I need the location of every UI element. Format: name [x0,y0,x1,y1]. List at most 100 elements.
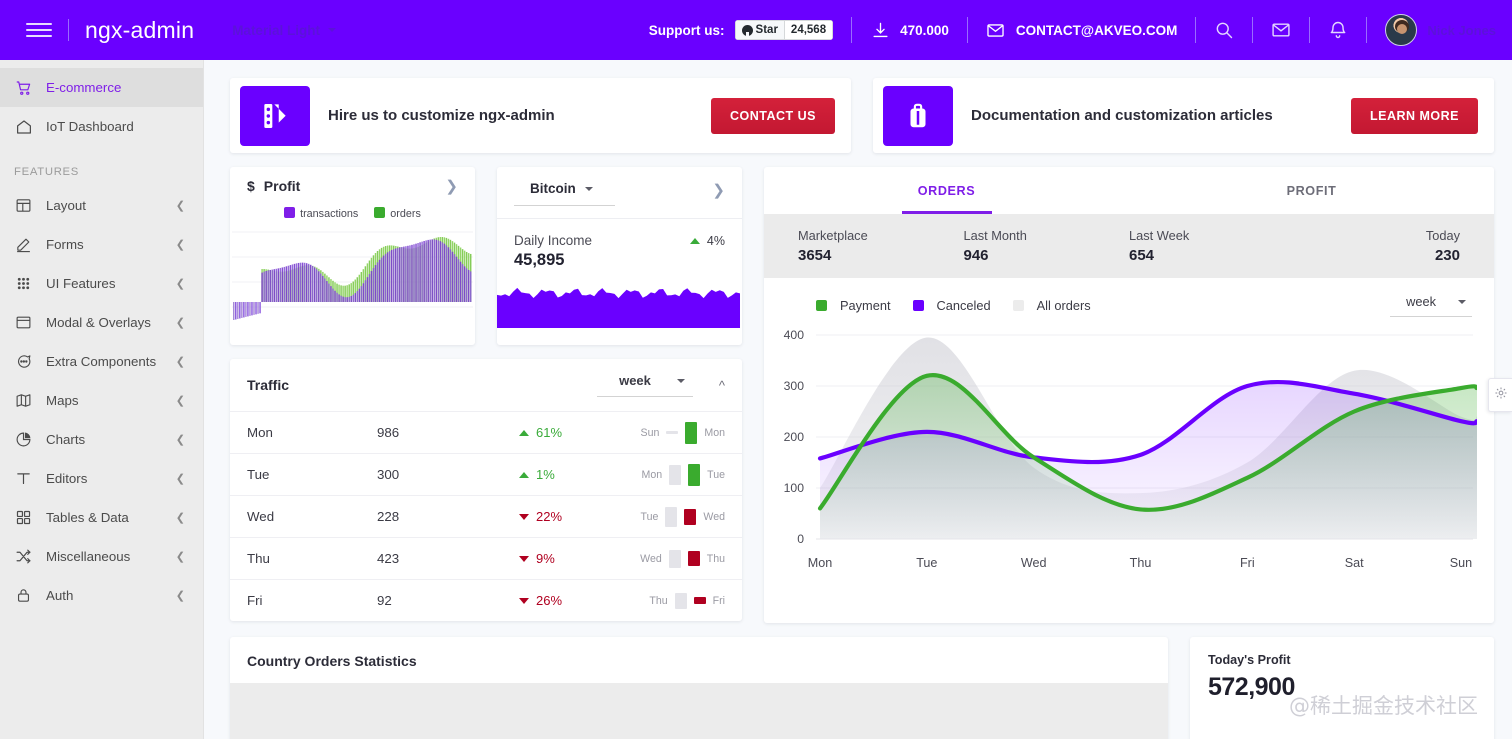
sidebar-item-label: Charts [46,432,86,447]
traffic-current-bar [693,597,706,604]
shopping-cart-icon [14,78,33,97]
bitcoin-currency-select[interactable]: Bitcoin [514,181,615,206]
triangle-up-icon [689,237,700,244]
sidebar-item-forms[interactable]: Forms ❮ [0,225,203,264]
legend-payment[interactable]: Payment [816,298,891,313]
sidebar-item-label: Modal & Overlays [46,315,151,330]
github-star-badge[interactable]: Star 24,568 [734,20,834,40]
orders-profit-panel: ORDERS PROFIT Marketplace 3654 Last Mont… [764,167,1494,623]
table-row[interactable]: Thu 423 9% Wed Thu [230,537,742,579]
chevron-left-icon: ❮ [175,551,185,563]
mail-icon[interactable] [1271,20,1291,40]
tab-orders[interactable]: ORDERS [764,167,1129,214]
profit-bar-transactions [303,262,306,302]
profit-bar-transactions [463,266,466,302]
profit-bar-transactions [399,247,401,302]
brand-logo[interactable]: ngx-admin [85,17,194,44]
downloads-stat[interactable]: 470.000 [870,20,949,40]
traffic-value: 228 [377,509,400,524]
sidebar-item-maps[interactable]: Maps ❮ [0,381,203,420]
profit-bar-transactions [407,245,409,302]
user-name: Nick Jones [1427,22,1496,38]
theme-selector-label: Material Light [232,22,320,38]
bitcoin-selected-label: Bitcoin [530,181,576,196]
sidebar-item-miscellaneous[interactable]: Miscellaneous ❮ [0,537,203,576]
legend-canceled[interactable]: Canceled [912,298,991,313]
legend-all-orders[interactable]: All orders [1012,298,1091,313]
kpi-label: Today [1425,228,1460,243]
theme-selector[interactable]: Material Light [232,23,336,38]
profit-bar-transactions [417,243,419,302]
hamburger-icon[interactable] [26,20,52,40]
profit-bar-transactions [358,288,361,302]
table-row[interactable]: Wed 228 22% Tue Wed [230,495,742,537]
avatar[interactable] [1385,14,1418,46]
country-orders-map[interactable] [230,683,1168,739]
orders-period-select[interactable]: week [1390,294,1472,317]
legend-swatch [284,207,296,218]
sidebar-item-editors[interactable]: Editors ❮ [0,459,203,498]
tab-profit[interactable]: PROFIT [1129,167,1494,214]
chevron-left-icon: ❮ [175,278,185,290]
profit-bar-transactions [307,263,310,302]
search-icon[interactable] [1214,20,1234,40]
sidebar-item-iot-dashboard[interactable]: IoT Dashboard [0,107,203,146]
sidebar-item-charts[interactable]: Charts ❮ [0,420,203,459]
chevron-left-icon: ❮ [175,356,185,368]
header-divider [851,17,853,43]
table-row[interactable]: Fri 92 26% Thu Fri [230,579,742,621]
learn-more-button[interactable]: LEARN MORE [1350,97,1478,134]
sidebar: E-commerce IoT Dashboard FEATURES Layout… [0,60,204,739]
table-row[interactable]: Tue 300 1% Mon Tue [230,453,742,495]
profit-bar-transactions [411,244,413,302]
profit-bar-transactions [459,261,462,302]
sidebar-item-modal-overlays[interactable]: Modal & Overlays ❮ [0,303,203,342]
sidebar-item-e-commerce[interactable]: E-commerce [0,68,203,107]
profit-bar-transactions [384,253,387,302]
legend-label: Payment [840,298,891,313]
triangle-down-icon [519,555,529,562]
chevron-right-icon[interactable]: ❯ [445,177,458,195]
traffic-period-value: week [619,373,651,388]
traffic-card-header: Traffic week ^ [230,359,742,411]
main-content: Hire us to customize ngx-admin CONTACT U… [204,60,1512,739]
left-column: $ Profit ❯ transactions orders Bitcoin ❯… [230,167,742,623]
bell-icon[interactable] [1328,20,1348,40]
profit-bar [253,302,255,315]
bitcoin-chart-svg [497,287,740,328]
traffic-prev-label: Mon [641,468,663,481]
kpi-label: Marketplace [798,228,868,243]
bitcoin-delta-value: 4% [706,233,725,248]
profit-bar-transactions [451,251,454,302]
github-star-button[interactable]: Star [734,20,784,40]
sidebar-item-layout[interactable]: Layout ❮ [0,186,203,225]
profit-bar-transactions [397,247,399,302]
sidebar-item-tables-data[interactable]: Tables & Data ❮ [0,498,203,537]
traffic-next-label: Wed [703,510,725,523]
sidebar-item-ui-features[interactable]: UI Features ❮ [0,264,203,303]
table-row[interactable]: Mon 986 61% Sun Mon [230,411,742,453]
profit-bar-transactions [269,269,271,302]
sidebar-item-extra-components[interactable]: Extra Components ❮ [0,342,203,381]
chevron-up-icon[interactable]: ^ [719,378,725,393]
bitcoin-card-header: Bitcoin ❯ [497,167,742,206]
traffic-period-select[interactable]: week [597,373,693,397]
profit-bar-transactions [445,245,448,302]
legend-label: orders [390,208,421,220]
orders-chart-svg: 0 100 200 300 400 Mon Tue Wed Thu Fri Sat Sun [784,328,1480,570]
profit-bar-transactions [289,265,292,302]
profit-card-header: $ Profit ❯ [230,167,475,204]
profit-bar-transactions [433,239,435,302]
traffic-value: 423 [377,551,400,566]
contact-email-text: CONTACT@AKVEO.COM [1015,22,1178,38]
settings-panel-toggle[interactable] [1488,378,1512,412]
sidebar-item-auth[interactable]: Auth ❮ [0,576,203,615]
contact-email-link[interactable]: CONTACT@AKVEO.COM [986,20,1177,40]
contact-us-button[interactable]: CONTACT US [710,97,835,134]
profit-bar-transactions [328,283,330,302]
app-header: ngx-admin Material Light Support us: Sta… [0,0,1512,60]
triangle-up-icon [519,429,529,436]
chevron-right-icon[interactable]: ❯ [712,181,725,199]
profit-bar-transactions [301,262,304,302]
y-axis-tick-label: 300 [784,379,805,393]
